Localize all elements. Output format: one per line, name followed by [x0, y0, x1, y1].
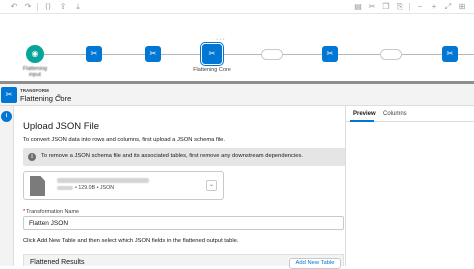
info-banner-text: To remove a JSON schema file and its ass…	[41, 153, 303, 159]
transform-icon: ✂	[1, 87, 17, 103]
toolbar-divider	[409, 3, 410, 11]
cut-icon[interactable]: ✂	[366, 1, 378, 13]
recipe-canvas: ◉ Flattening input ✂ ✂ ··· ✂ Flattening …	[0, 14, 474, 81]
input-node[interactable]: ◉	[26, 45, 44, 63]
info-circle-icon: i	[28, 153, 36, 161]
required-mark: *	[23, 209, 26, 215]
tab-preview[interactable]: Preview	[353, 111, 376, 117]
undo-icon[interactable]: ↶	[8, 1, 20, 13]
add-new-table-button[interactable]: Add New Table	[289, 258, 341, 269]
redo-icon[interactable]: ↷	[22, 1, 34, 13]
tab-columns[interactable]: Columns	[383, 111, 407, 117]
transform-node-4[interactable]: ✂	[442, 46, 458, 62]
node-header: ✂ TRANSFORM Flattening Core ✎	[0, 84, 474, 106]
preview-panel: Preview Columns	[345, 106, 474, 266]
zoom-in-icon[interactable]: +	[428, 1, 440, 13]
chevron-down-icon[interactable]: ⌄	[206, 180, 217, 191]
left-rail: i	[0, 106, 14, 266]
preview-tabs: Preview Columns	[346, 106, 474, 122]
upload-title: Upload JSON File	[23, 121, 100, 132]
placeholder-node-1[interactable]	[261, 49, 283, 60]
copy-icon[interactable]: ❐	[380, 1, 392, 13]
transform-node-1[interactable]: ✂	[86, 46, 102, 62]
top-toolbar: ↶ ↷ ⟨⟩ ⇪ ⤓ ▤ ✂ ❐ ⎘ − + ⤢ ⊞	[0, 0, 474, 14]
upload-icon[interactable]: ⇪	[57, 1, 69, 13]
edit-pencil-icon[interactable]: ✎	[57, 93, 63, 101]
file-meta: • 129.0B • JSON	[57, 185, 114, 191]
paste-icon[interactable]: ⎘	[394, 1, 406, 13]
file-owner-redacted	[57, 185, 73, 190]
flattened-results-title: Flattened Results	[30, 259, 85, 266]
add-table-hint: Click Add New Table and then select whic…	[23, 238, 239, 244]
transform-node-2[interactable]: ✂	[145, 46, 161, 62]
more-options-icon[interactable]: ···	[216, 36, 226, 43]
active-tab-indicator	[350, 120, 374, 122]
upload-instruction: To convert JSON data into rows and colum…	[23, 137, 226, 143]
code-icon[interactable]: ⟨⟩	[42, 1, 54, 13]
info-banner: i To remove a JSON schema file and its a…	[23, 148, 350, 166]
header-kicker: TRANSFORM	[20, 88, 49, 93]
input-node-label: Flattening input	[22, 66, 48, 78]
download-icon[interactable]: ⤓	[72, 1, 84, 13]
settings-icon[interactable]: ▤	[352, 1, 364, 13]
node-title: Flattening Core	[20, 94, 72, 103]
placeholder-node-2[interactable]	[380, 49, 402, 60]
toolbar-divider	[37, 3, 38, 11]
flattening-core-node[interactable]: ✂	[202, 44, 222, 64]
transformation-name-input[interactable]	[23, 216, 344, 230]
file-meta-text: • 129.0B • JSON	[75, 185, 115, 191]
transformation-name-label-text: Transformation Name	[26, 209, 80, 215]
flattened-results-section: Flattened Results Add New Table	[23, 254, 344, 269]
grid-icon[interactable]: ⊞	[456, 1, 468, 13]
transformation-name-label: *Transformation Name	[23, 209, 79, 215]
file-icon	[30, 176, 45, 196]
flattening-core-label: Flattening Core	[193, 67, 231, 73]
zoom-out-icon[interactable]: −	[414, 1, 426, 13]
config-panel: Upload JSON File To convert JSON data in…	[14, 106, 350, 269]
file-name-redacted	[57, 178, 149, 183]
transform-node-3[interactable]: ✂	[322, 46, 338, 62]
uploaded-file-card[interactable]: • 129.0B • JSON ⌄	[23, 171, 224, 200]
info-icon[interactable]: i	[1, 111, 12, 122]
fit-screen-icon[interactable]: ⤢	[442, 1, 454, 13]
